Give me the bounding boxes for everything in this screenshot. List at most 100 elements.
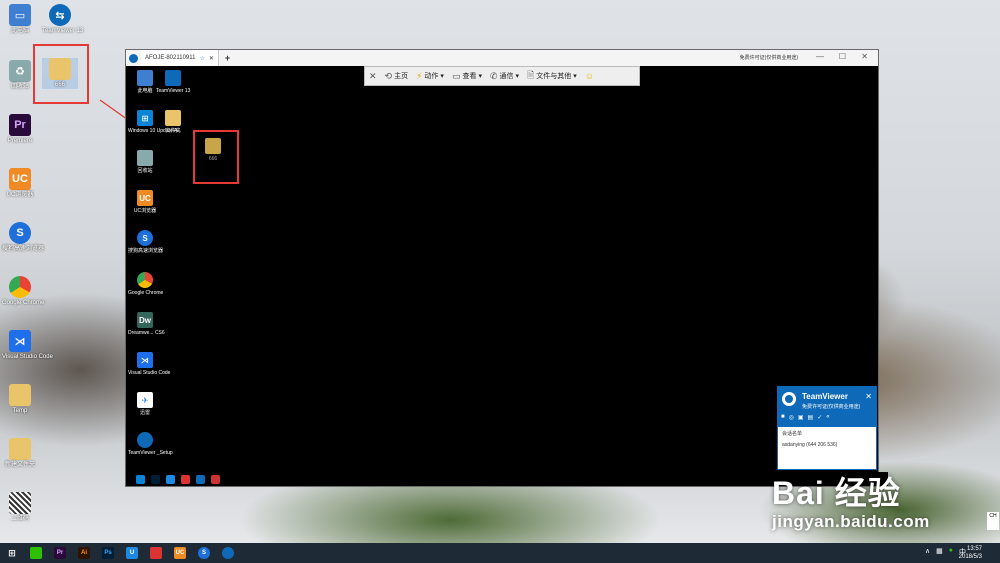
remote-icon-sogou[interactable]: S 搜狗高速浏览器: [128, 230, 163, 254]
teamviewer-icon: [137, 432, 153, 448]
teamviewer-remote-window[interactable]: AFOJE-802110911 ☆ ✕ + 免费许可证(仅供商业用途) — ☐ …: [125, 49, 888, 487]
sogou-icon[interactable]: S: [198, 547, 210, 559]
toolbar-comm-button[interactable]: ✆ 通信 ▾: [486, 71, 523, 82]
desktop-icon-chrome[interactable]: Google Chrome: [2, 276, 44, 307]
network-icon[interactable]: ▦: [936, 547, 943, 557]
desktop-icon-sogou[interactable]: S 搜狗高速浏览器: [2, 222, 44, 253]
check-icon[interactable]: ✓: [817, 414, 822, 421]
minimize-icon[interactable]: —: [816, 52, 824, 61]
remote-icon-uc[interactable]: UC UC浏览器: [128, 190, 162, 214]
teamviewer-panel[interactable]: TeamViewer 免费许可证(仅供商业用途) ✕ ■ ◎ ▣ ▤ ✓ « 会…: [777, 386, 877, 470]
desktop-icon-recycle-bin[interactable]: ♻ 回收站: [2, 60, 38, 91]
remote-icon-thunder[interactable]: ✈ 迅雷: [128, 392, 162, 416]
wechat-tray-icon[interactable]: ●: [949, 547, 953, 557]
teamviewer-icon[interactable]: [196, 474, 205, 484]
chevron-up-icon[interactable]: ∧: [925, 547, 930, 557]
clock[interactable]: 13:57 2018/5/3: [959, 545, 982, 561]
session-entry[interactable]: asdanying (644 206 536): [782, 442, 872, 448]
toolbar-emoji-button[interactable]: ☺: [581, 71, 598, 81]
sogou-icon: S: [137, 230, 153, 246]
windows-taskbar: ⊞ Pr Ai Ps U UC S ∧ ▦ ● 中 13:57 2018/5/3: [0, 543, 1000, 563]
app-icon[interactable]: [181, 474, 190, 484]
chrome-icon: [9, 276, 31, 298]
recycle-bin-icon: [137, 150, 153, 166]
baidu-watermark: Bai 经验 jingyan.baidu.com: [772, 475, 930, 531]
teamviewer-logo-icon: [782, 392, 796, 406]
photoshop-icon[interactable]: Ps: [102, 547, 114, 559]
app-icon[interactable]: [150, 547, 162, 559]
toolbar-actions-button[interactable]: ⚡ 动作 ▾: [412, 71, 448, 82]
illustrator-icon[interactable]: Ai: [78, 547, 90, 559]
toolbar-files-button[interactable]: 🗎 文件与其他 ▾: [523, 68, 581, 84]
remote-icon-folder[interactable]: 文件夹: [156, 110, 190, 134]
license-text: 免费许可证(仅供商业用途): [739, 55, 798, 61]
headset-icon[interactable]: ◎: [789, 414, 794, 421]
remote-icon-teamviewer-setup[interactable]: TeamViewer _Setup: [128, 432, 173, 456]
remote-icon-chrome[interactable]: Google Chrome: [128, 272, 163, 296]
home-icon: ⟲: [384, 70, 393, 81]
collapse-icon[interactable]: «: [826, 414, 829, 421]
maximize-icon[interactable]: ☐: [839, 52, 846, 61]
toolbar-home-button[interactable]: ⟲ 主页: [381, 71, 413, 82]
remote-toolbar: ✕ ⟲ 主页 ⚡ 动作 ▾ ▭ 查看 ▾ ✆ 通信 ▾ 🗎 文件与其他 ▾ ☺: [364, 66, 640, 86]
qrcode-icon: [9, 492, 31, 514]
remote-window-titlebar: AFOJE-802110911 ☆ ✕ + 免费许可证(仅供商业用途) — ☐ …: [126, 50, 878, 66]
photoshop-icon[interactable]: [151, 474, 160, 484]
app-icon[interactable]: [166, 474, 175, 484]
uc-icon[interactable]: UC: [174, 547, 186, 559]
start-icon[interactable]: ⊞: [6, 547, 18, 559]
new-tab-button[interactable]: +: [225, 53, 230, 63]
dreamweaver-icon: Dw: [137, 312, 153, 328]
video-icon[interactable]: ■: [781, 414, 785, 421]
close-icon: ✕: [369, 70, 377, 81]
close-panel-icon[interactable]: ✕: [865, 392, 872, 401]
teamviewer-icon: [165, 70, 181, 86]
toolbar-close-button[interactable]: ✕: [365, 71, 381, 82]
desktop-icon-teamviewer[interactable]: ⇆ TeamViewer 13: [42, 4, 83, 35]
desktop-icon-vscode[interactable]: ⋊ Visual Studio Code: [2, 330, 53, 361]
vscode-icon: ⋊: [137, 352, 153, 368]
windows-icon: ⊞: [137, 110, 153, 126]
phone-icon: ✆: [489, 70, 498, 81]
highlight-box-local: [33, 44, 89, 104]
computer-icon: ▭: [9, 4, 31, 26]
star-icon[interactable]: ☆: [199, 55, 204, 62]
remote-icon-recycle-bin[interactable]: 回收站: [128, 150, 162, 174]
desktop-icon-temp[interactable]: Temp: [2, 384, 38, 415]
teamviewer-icon: ⇆: [49, 4, 71, 26]
ime-indicator[interactable]: CH: [987, 512, 999, 530]
chevron-down-icon: ▾: [573, 73, 577, 80]
screen-icon[interactable]: ▤: [808, 414, 814, 421]
file-icon: 🗎: [527, 70, 535, 80]
chevron-down-icon: ▾: [440, 73, 444, 80]
recycle-bin-icon: ♻: [9, 60, 31, 82]
folder-icon: [9, 438, 31, 460]
app-icon[interactable]: [211, 474, 220, 484]
remote-icon-teamviewer[interactable]: TeamViewer 13: [156, 70, 190, 94]
desktop-icon-premiere[interactable]: Pr Premiere: [2, 114, 38, 145]
desktop-icon-new-folder[interactable]: 新建文件夹: [2, 438, 38, 469]
desktop-icon-this-pc[interactable]: ▭ 此电脑: [2, 4, 38, 35]
start-icon[interactable]: [136, 474, 145, 484]
close-window-icon[interactable]: ✕: [861, 52, 868, 61]
toolbar-view-button[interactable]: ▭ 查看 ▾: [448, 71, 486, 82]
vscode-icon: ⋊: [9, 330, 31, 352]
app-icon[interactable]: U: [126, 547, 138, 559]
remote-icon-dreamweaver[interactable]: Dw Dreamwe... CS6: [128, 312, 165, 336]
lightning-icon: ⚡: [416, 70, 423, 81]
chat-icon[interactable]: ▣: [798, 414, 804, 421]
close-tab-icon[interactable]: ✕: [209, 55, 214, 62]
desktop-icon-uc[interactable]: UC UC浏览器: [2, 168, 38, 199]
wechat-icon[interactable]: [30, 547, 42, 559]
sogou-icon: S: [9, 222, 31, 244]
monitor-icon: ▭: [451, 70, 461, 81]
premiere-icon: Pr: [9, 114, 31, 136]
remote-icon-vscode[interactable]: ⋊ Visual Studio Code: [128, 352, 170, 376]
uc-icon: UC: [137, 190, 153, 206]
teamviewer-icon[interactable]: [222, 547, 234, 559]
desktop-icon-qrcode[interactable]: 二维码: [2, 492, 38, 523]
premiere-icon[interactable]: Pr: [54, 547, 66, 559]
tab-remote-session[interactable]: AFOJE-802110911 ☆ ✕: [141, 50, 219, 66]
folder-icon: [165, 110, 181, 126]
uc-icon: UC: [9, 168, 31, 190]
